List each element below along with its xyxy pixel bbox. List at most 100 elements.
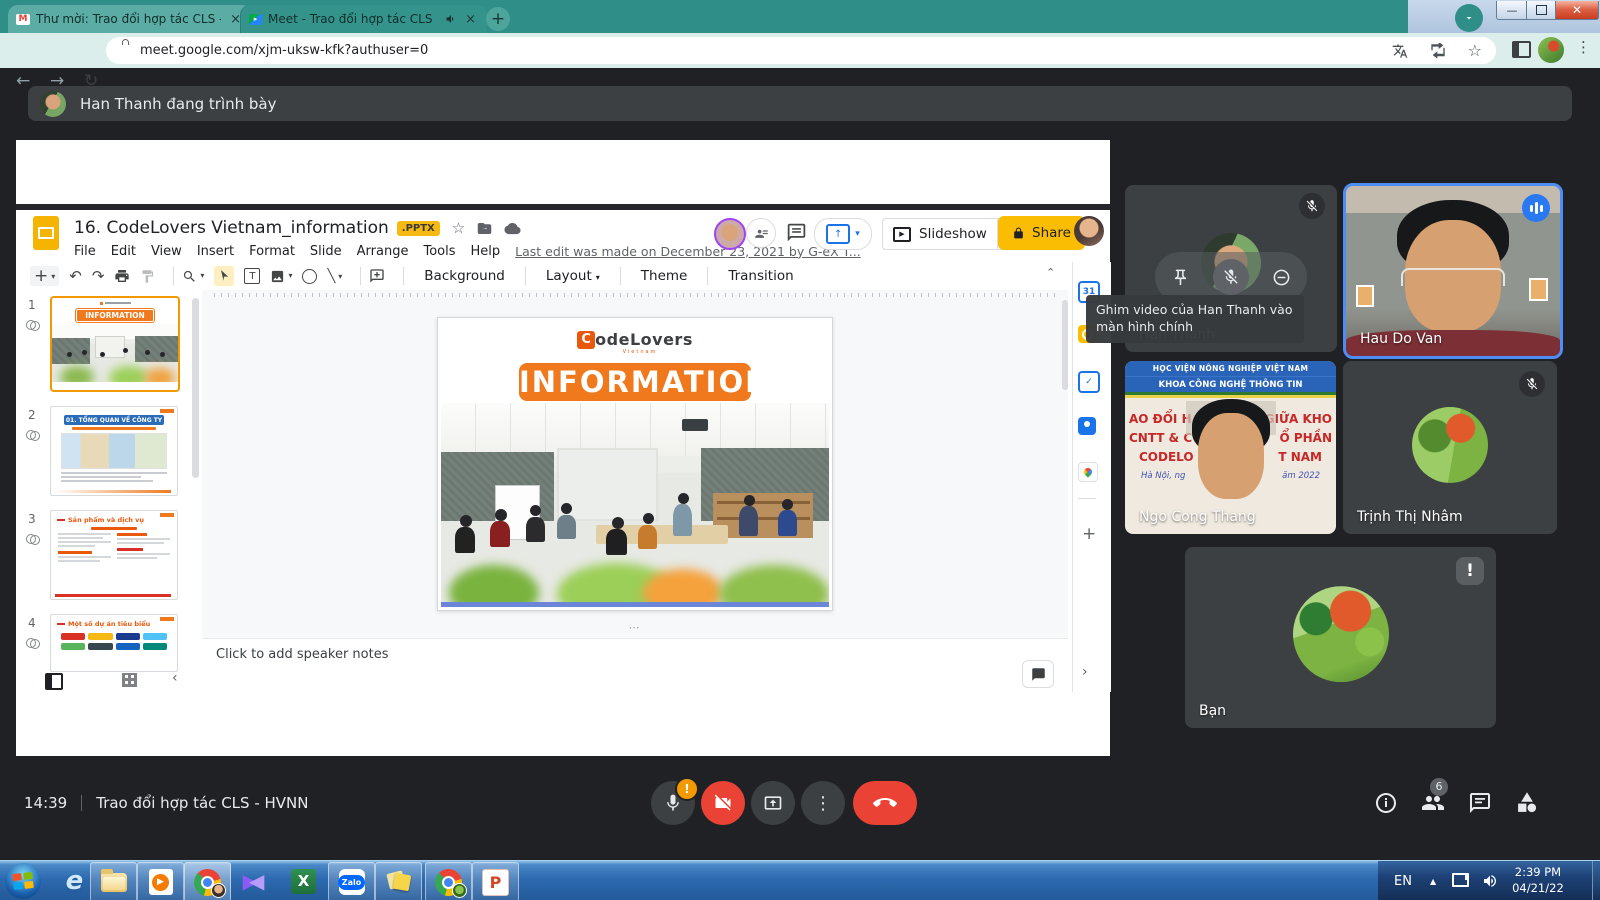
insert-comment-icon[interactable] xyxy=(369,268,385,284)
collapse-filmstrip-chevron[interactable]: ‹ xyxy=(172,670,178,686)
taskbar-zalo-icon[interactable]: Zalo xyxy=(328,862,375,900)
text-box-icon[interactable]: T xyxy=(244,268,260,284)
get-addons-plus-icon[interactable]: + xyxy=(1082,524,1096,544)
tab-gmail-invite[interactable]: M Thư mời: Trao đổi hợp tác CLS - H × xyxy=(8,5,252,33)
slide-thumbnail-1[interactable]: INFORMATION xyxy=(50,296,180,392)
collapse-toolbar-chevron[interactable]: ⌃ xyxy=(1046,266,1055,279)
camera-off-button[interactable] xyxy=(701,781,745,825)
taskbar-chrome2-icon[interactable] xyxy=(425,862,472,900)
language-indicator[interactable]: EN xyxy=(1394,874,1412,889)
star-doc-icon[interactable]: ☆ xyxy=(452,221,465,236)
last-edit-link[interactable]: Last edit was made on December 23, 2021 … xyxy=(515,244,861,259)
share-page-icon[interactable] xyxy=(1430,43,1446,59)
window-close-button[interactable]: ✕ xyxy=(1555,1,1599,20)
notes-drag-handle[interactable]: ⋯ xyxy=(202,621,1068,634)
tab-search-button[interactable] xyxy=(1455,4,1483,32)
remove-participant-button[interactable] xyxy=(1264,259,1300,295)
taskbar-photos-icon[interactable] xyxy=(375,862,422,900)
insert-line-icon[interactable]: ╲▾ xyxy=(327,269,342,284)
chat-icon[interactable] xyxy=(1468,791,1492,815)
slide-thumbnail-3[interactable]: Sản phẩm và dịch vụ xyxy=(50,510,178,600)
meeting-details-icon[interactable] xyxy=(1374,791,1398,815)
tray-expand-icon[interactable]: ▲ xyxy=(1430,877,1436,886)
zoom-icon[interactable]: ▾ xyxy=(182,269,204,284)
collapse-side-panel-chevron[interactable]: › xyxy=(1082,664,1088,680)
speaker-notes-area[interactable]: Click to add speaker notes xyxy=(202,638,1068,673)
show-desktop-button[interactable] xyxy=(1592,861,1600,900)
menu-file[interactable]: File xyxy=(74,244,96,259)
slide-thumbnail-2[interactable]: 01. TỔNG QUAN VỀ CÔNG TY xyxy=(50,406,178,496)
insert-shape-icon[interactable] xyxy=(302,269,317,284)
menu-format[interactable]: Format xyxy=(249,244,295,259)
more-options-button[interactable]: ⋮ xyxy=(801,781,845,825)
new-tab-button[interactable]: + xyxy=(486,7,510,31)
menu-tools[interactable]: Tools xyxy=(423,244,455,259)
present-to-meeting-button[interactable]: ↑ ▾ xyxy=(814,218,872,250)
clock[interactable]: 2:39 PM 04/21/22 xyxy=(1512,865,1564,896)
taskbar-kmplayer-icon[interactable]: ▶◀ xyxy=(231,862,276,900)
back-button[interactable]: ← xyxy=(16,71,30,91)
tile-trinh-thi-nham[interactable]: Trịnh Thị Nhâm xyxy=(1343,361,1557,534)
activities-icon[interactable] xyxy=(1515,791,1539,815)
menu-arrange[interactable]: Arrange xyxy=(357,244,409,259)
mute-participant-button[interactable] xyxy=(1213,259,1249,295)
insert-image-icon[interactable]: ▾ xyxy=(270,269,292,284)
add-comment-button[interactable] xyxy=(1022,660,1054,688)
browser-avatar[interactable] xyxy=(1538,37,1564,63)
print-icon[interactable] xyxy=(114,268,130,284)
undo-icon[interactable]: ↶ xyxy=(69,267,82,285)
taskbar-excel-icon[interactable]: X xyxy=(281,862,326,900)
translate-icon[interactable] xyxy=(1392,43,1408,59)
layout-button[interactable]: Layout▾ xyxy=(534,268,612,284)
slide-thumbnail-4[interactable]: Một số dự án tiêu biểu xyxy=(50,614,178,672)
cloud-status-icon[interactable] xyxy=(504,221,521,236)
menu-help[interactable]: Help xyxy=(471,244,501,259)
pin-video-button[interactable] xyxy=(1162,259,1198,295)
menu-view[interactable]: View xyxy=(151,244,182,259)
taskbar-powerpoint-icon[interactable]: P xyxy=(472,862,519,900)
window-maximize-button[interactable] xyxy=(1526,1,1557,20)
present-button[interactable] xyxy=(751,781,795,825)
menu-insert[interactable]: Insert xyxy=(197,244,234,259)
slide[interactable]: C odeLovers Vietnam INFORMATION xyxy=(437,317,833,611)
taskbar-chrome-icon[interactable] xyxy=(184,862,231,900)
url-text[interactable]: meet.google.com/xjm-uksw-kfk?authuser=0 xyxy=(140,43,1370,58)
tab-close-icon[interactable]: × xyxy=(462,12,479,27)
window-minimize-button[interactable]: — xyxy=(1496,1,1528,20)
filmstrip-view-icon[interactable] xyxy=(45,673,63,690)
paint-format-icon[interactable] xyxy=(140,269,155,284)
filmstrip-scrollbar[interactable] xyxy=(192,298,199,478)
slides-logo[interactable] xyxy=(33,216,59,250)
tile-hau-do-van[interactable]: Hau Do Van xyxy=(1343,183,1563,359)
collaborator-avatar[interactable] xyxy=(714,218,746,250)
tile-ban-self[interactable]: ! Bạn xyxy=(1185,547,1496,728)
tile-ngo-cong-thang[interactable]: HỌC VIỆN NÔNG NGHIỆP VIỆT NAM KHOA CÔNG … xyxy=(1125,361,1336,534)
maps-icon[interactable] xyxy=(1078,462,1098,482)
bookmark-star-icon[interactable]: ☆ xyxy=(1468,41,1482,60)
background-button[interactable]: Background xyxy=(412,268,517,284)
join-collaborators-icon[interactable] xyxy=(746,218,776,248)
mic-button[interactable]: ! xyxy=(651,781,695,825)
grid-view-icon[interactable] xyxy=(122,673,137,687)
slides-profile-avatar[interactable] xyxy=(1074,216,1104,246)
new-slide-button[interactable]: +▾ xyxy=(30,266,59,286)
menu-slide[interactable]: Slide xyxy=(310,244,342,259)
canvas-scrollbar[interactable] xyxy=(1062,300,1068,390)
select-cursor-icon[interactable] xyxy=(214,266,234,286)
browser-menu-icon[interactable]: ⋮ xyxy=(1576,38,1591,56)
share-button[interactable]: Share xyxy=(998,216,1085,250)
comments-icon[interactable] xyxy=(786,222,807,243)
taskbar-media-player-icon[interactable]: ▶ xyxy=(137,862,184,900)
transition-button[interactable]: Transition xyxy=(716,268,805,284)
start-button[interactable] xyxy=(5,863,41,899)
tasks-icon[interactable]: ✓ xyxy=(1078,371,1100,393)
contacts-icon[interactable] xyxy=(1078,417,1096,435)
end-call-button[interactable] xyxy=(853,781,917,825)
doc-title[interactable]: 16. CodeLovers Vietnam_information xyxy=(74,218,389,238)
volume-icon[interactable] xyxy=(1482,873,1498,889)
side-panel-icon[interactable] xyxy=(1512,41,1531,58)
theme-button[interactable]: Theme xyxy=(629,268,700,284)
taskbar-explorer-icon[interactable] xyxy=(90,862,137,900)
tab-meet[interactable]: ▸ Meet - Trao đổi hợp tác CLS × xyxy=(240,5,487,33)
people-icon[interactable]: 6 xyxy=(1421,791,1445,815)
